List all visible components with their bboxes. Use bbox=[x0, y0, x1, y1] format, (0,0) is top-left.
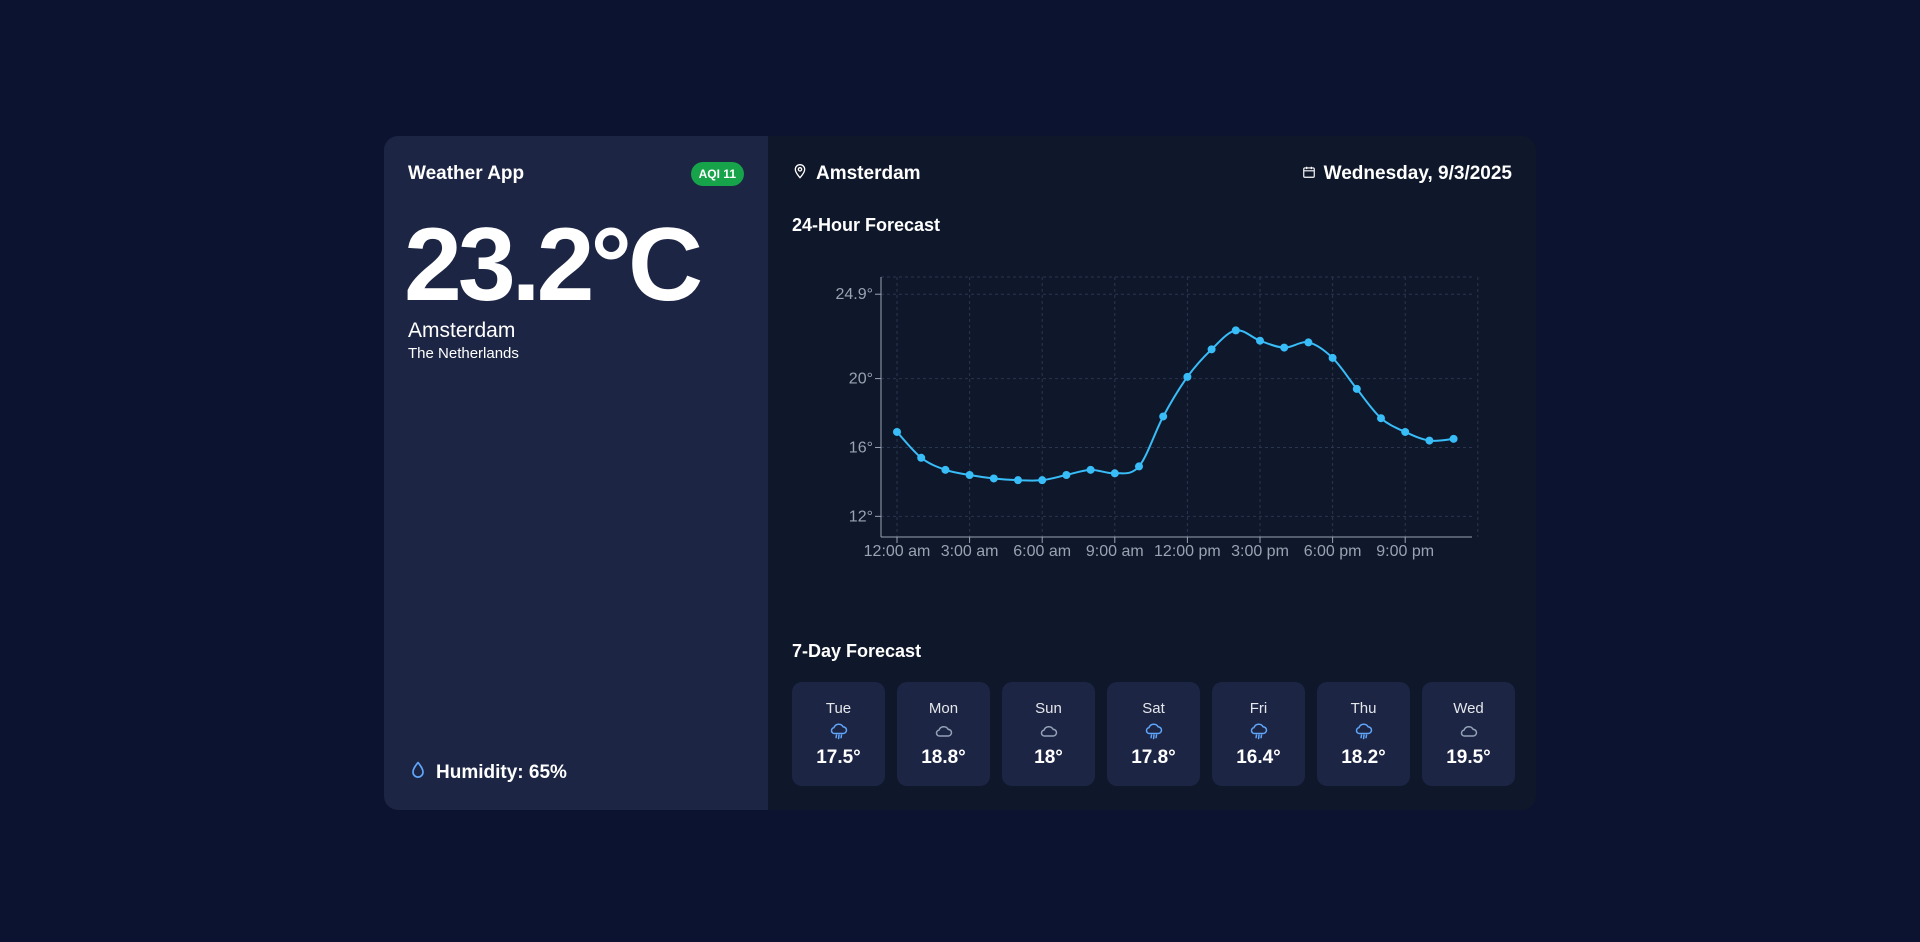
forecast-day-name: Fri bbox=[1249, 700, 1268, 717]
forecast-day-card: Tue 17.5° bbox=[792, 682, 885, 786]
temperature-point bbox=[1352, 384, 1361, 393]
temperature-point bbox=[1377, 414, 1385, 423]
temperature-point bbox=[1231, 326, 1240, 335]
forecast-day-card: Sun 18° bbox=[1002, 682, 1095, 786]
x-tick-label: 9:00 am bbox=[1086, 543, 1144, 560]
x-tick-label: 12:00 pm bbox=[1154, 543, 1221, 560]
x-tick-label: 3:00 pm bbox=[1231, 543, 1289, 560]
temperature-point bbox=[1328, 353, 1337, 362]
temperature-point bbox=[941, 465, 950, 474]
forecast-day-temp: 19.5° bbox=[1446, 747, 1491, 768]
x-tick-label: 9:00 pm bbox=[1376, 543, 1434, 560]
y-tick-label: 20° bbox=[849, 371, 873, 388]
forecast-day-temp: 17.5° bbox=[816, 747, 861, 768]
forecast-day-name: Thu bbox=[1350, 700, 1377, 717]
x-tick-label: 12:00 am bbox=[864, 543, 931, 560]
y-axis-ticks: 24.9° 20° 16° 12° bbox=[835, 286, 881, 525]
temperature-point bbox=[1256, 336, 1264, 345]
temperature-line bbox=[896, 329, 1454, 482]
y-tick-label: 24.9° bbox=[835, 286, 873, 303]
weekly-forecast-title: 7-Day Forecast bbox=[792, 641, 922, 661]
temperature-point bbox=[1183, 372, 1192, 381]
temperature-point bbox=[1304, 338, 1313, 347]
temperature-point bbox=[893, 427, 901, 436]
weather-card: Weather App AQI 11 23.2°C Amsterdam The … bbox=[384, 136, 1536, 810]
cloud-icon bbox=[934, 721, 954, 741]
x-tick-label: 6:00 am bbox=[1013, 543, 1071, 560]
temperature-point bbox=[1135, 462, 1143, 471]
temperature-point bbox=[1014, 476, 1022, 485]
rain-cloud-icon bbox=[1144, 721, 1164, 741]
forecast-day-name: Sat bbox=[1142, 700, 1165, 717]
temperature-point bbox=[1449, 434, 1458, 443]
forecast-day-name: Wed bbox=[1453, 700, 1484, 717]
app-title: Weather App bbox=[408, 163, 525, 184]
forecast-day-name: Sun bbox=[1035, 700, 1062, 717]
current-temperature: 23.2°C bbox=[404, 207, 703, 323]
temperature-point bbox=[1062, 471, 1071, 480]
droplet-icon bbox=[408, 760, 428, 786]
chart-grid bbox=[881, 276, 1479, 537]
current-city: Amsterdam bbox=[408, 319, 516, 342]
rain-cloud-icon bbox=[1249, 721, 1269, 741]
y-tick-label: 12° bbox=[849, 508, 873, 525]
forecast-panel: Amsterdam Wednesday, 9/3/2025 24-Hour Fo… bbox=[768, 136, 1536, 810]
humidity-readout: Humidity: 65% bbox=[408, 760, 567, 786]
humidity-label: Humidity: 65% bbox=[436, 762, 567, 783]
temperature-point bbox=[1110, 469, 1119, 478]
x-tick-label: 6:00 pm bbox=[1304, 543, 1362, 560]
forecast-day-card: Wed 19.5° bbox=[1422, 682, 1515, 786]
forecast-day-temp: 18.8° bbox=[921, 747, 966, 768]
temperature-point bbox=[1425, 436, 1434, 445]
current-weather-panel: Weather App AQI 11 23.2°C Amsterdam The … bbox=[384, 136, 768, 810]
forecast-day-temp: 18.2° bbox=[1341, 747, 1386, 768]
rain-cloud-icon bbox=[1354, 721, 1374, 741]
temperature-point bbox=[1207, 345, 1216, 354]
forecast-day-temp: 16.4° bbox=[1236, 747, 1281, 768]
forecast-day-card: Mon 18.8° bbox=[897, 682, 990, 786]
temperature-point bbox=[1280, 343, 1289, 352]
cloud-icon bbox=[1459, 721, 1479, 741]
hourly-forecast-chart: 24.9° 20° 16° 12° 12:00 am 3:00 am 6:00 am 9:0… bbox=[835, 276, 1479, 560]
forecast-day-card: Fri 16.4° bbox=[1212, 682, 1305, 786]
forecast-day-card: Thu 18.2° bbox=[1317, 682, 1410, 786]
x-tick-label: 3:00 am bbox=[941, 543, 999, 560]
rain-cloud-icon bbox=[829, 721, 849, 741]
temperature-point bbox=[989, 474, 998, 483]
aqi-badge: AQI 11 bbox=[690, 162, 744, 186]
forecast-day-name: Mon bbox=[928, 700, 959, 717]
temperature-point bbox=[965, 471, 974, 480]
temperature-point bbox=[1038, 476, 1047, 485]
forecast-day-card: Sat 17.8° bbox=[1107, 682, 1200, 786]
temperature-point bbox=[1159, 412, 1168, 421]
forecast-day-name: Tue bbox=[825, 700, 852, 717]
cloud-icon bbox=[1039, 721, 1059, 741]
forecast-day-temp: 17.8° bbox=[1131, 747, 1176, 768]
forecast-day-temp: 18° bbox=[1034, 747, 1063, 768]
temperature-point bbox=[917, 453, 926, 462]
current-country: The Netherlands bbox=[408, 345, 519, 362]
y-tick-label: 16° bbox=[849, 439, 873, 456]
x-axis-ticks: 12:00 am 3:00 am 6:00 am 9:00 am 12:00 pm 3:0… bbox=[864, 537, 1434, 560]
temperature-point bbox=[1086, 465, 1095, 474]
temperature-points bbox=[893, 326, 1458, 485]
weekly-forecast-list: Tue 17.5° Mon 18.8° Sun 18° Sat 17.8° Fri 16.4° Th… bbox=[792, 682, 1515, 786]
temperature-point bbox=[1401, 427, 1410, 436]
